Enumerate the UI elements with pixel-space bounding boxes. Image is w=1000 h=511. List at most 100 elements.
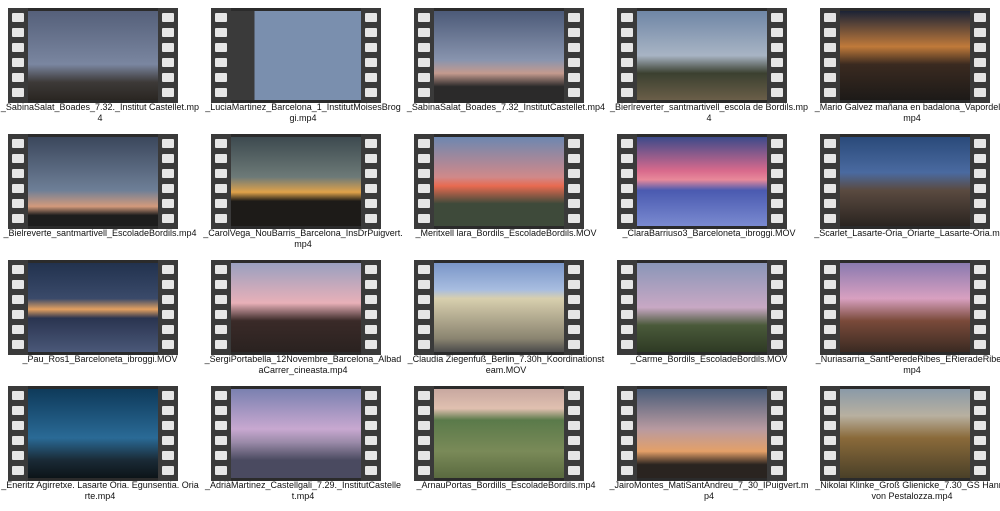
video-preview-frame (28, 137, 158, 226)
file-name-label: _SabinaSalat_Boades_7.32_InstitutCastell… (406, 102, 606, 112)
film-sprocket-rail (767, 134, 787, 229)
video-preview-frame (840, 263, 970, 352)
film-sprocket-rail (564, 134, 584, 229)
file-name-label: _Claudia Ziegenfuß_Berlin_7.30h_Koordina… (407, 354, 605, 375)
film-sprocket-rail (970, 8, 990, 103)
film-strip-icon (211, 8, 381, 103)
video-file-tile[interactable]: _CarolVega_NouBarris_Barcelona_InsDrPuig… (203, 126, 403, 252)
file-name-label: _JairoMontes_MatiSantAndreu_7_30_IPuigve… (609, 480, 809, 501)
file-name-label: _AdriàMartinez_Castellgali_7.29._Institu… (204, 480, 402, 501)
file-name-label: _LuciaMartinez_Barcelona_1_InstitutMoise… (205, 102, 401, 123)
file-name-label: _ClaraBarriuso3_Barceloneta_ibroggi.MOV (622, 228, 796, 238)
file-name-label: _Nuriasarria_SantPeredeRibes_ERieradeRib… (815, 354, 1000, 375)
video-file-tile[interactable]: _SabinaSalat_Boades_7.32_InstitutCastell… (406, 0, 606, 126)
file-name-label: _Bierlreverter_santmartivell_escola de B… (609, 102, 809, 123)
film-sprocket-rail (361, 260, 381, 355)
film-strip-icon (8, 260, 178, 355)
film-strip-icon (414, 134, 584, 229)
video-file-tile[interactable]: _LuciaMartinez_Barcelona_1_InstitutMoise… (203, 0, 403, 126)
film-sprocket-rail (211, 134, 231, 229)
video-file-tile[interactable]: _Pau_Ros1_Barceloneta_ibroggi.MOV (0, 252, 200, 378)
film-strip-icon (617, 8, 787, 103)
film-strip-icon (8, 8, 178, 103)
video-file-tile[interactable]: _Nikolai Klinke_Groß Glienicke_7.30_GS H… (812, 378, 1000, 504)
film-sprocket-rail (767, 386, 787, 481)
video-file-tile[interactable]: _ClaraBarriuso3_Barceloneta_ibroggi.MOV (609, 126, 809, 252)
file-thumbnail-grid: _SabinaSalat_Boades_7.32._Institut Caste… (0, 0, 1000, 511)
film-sprocket-rail (211, 8, 231, 103)
video-preview-frame (637, 263, 767, 352)
video-file-tile[interactable]: _AdriàMartinez_Castellgali_7.29._Institu… (203, 378, 403, 504)
file-name-label: _Eneritz Agirretxe. Lasarte Oria. Egunse… (1, 480, 199, 501)
film-sprocket-rail (361, 134, 381, 229)
video-file-tile[interactable]: _SergiPortabella_12Novembre_Barcelona_Al… (203, 252, 403, 378)
video-preview-frame (231, 137, 361, 226)
video-preview-frame (840, 389, 970, 478)
film-sprocket-rail (8, 134, 28, 229)
video-preview-frame (840, 11, 970, 100)
film-strip-icon (414, 386, 584, 481)
film-sprocket-rail (158, 260, 178, 355)
video-file-tile[interactable]: _Carme_Bordils_EscoladeBordils.MOV (609, 252, 809, 378)
film-strip-icon (8, 134, 178, 229)
film-sprocket-rail (820, 386, 840, 481)
film-sprocket-rail (617, 134, 637, 229)
film-strip-icon (211, 260, 381, 355)
film-strip-icon (617, 386, 787, 481)
file-name-label: _Mario Galvez mañana en badalona_Vaporde… (814, 102, 1000, 123)
film-sprocket-rail (970, 386, 990, 481)
file-name-label: _Bielreverte_santmartivell_EscoladeBordi… (3, 228, 197, 238)
video-file-tile[interactable]: _Nuriasarria_SantPeredeRibes_ERieradeRib… (812, 252, 1000, 378)
file-name-label: _Meritxell lara_Bordils_EscoladeBordils.… (415, 228, 597, 238)
film-sprocket-rail (414, 260, 434, 355)
film-sprocket-rail (820, 260, 840, 355)
film-strip-icon (820, 8, 990, 103)
film-sprocket-rail (970, 260, 990, 355)
film-sprocket-rail (820, 8, 840, 103)
film-sprocket-rail (8, 260, 28, 355)
video-preview-frame (637, 11, 767, 100)
film-sprocket-rail (564, 8, 584, 103)
film-sprocket-rail (820, 134, 840, 229)
file-name-label: _Nikolai Klinke_Groß Glienicke_7.30_GS H… (815, 480, 1000, 501)
film-strip-icon (820, 260, 990, 355)
video-file-tile[interactable]: _Bielreverte_santmartivell_EscoladeBordi… (0, 126, 200, 252)
video-file-tile[interactable]: _ArnauPortas_Bordills_EscoladeBordils.mp… (406, 378, 606, 504)
video-preview-frame (434, 137, 564, 226)
film-sprocket-rail (158, 134, 178, 229)
video-preview-frame (840, 137, 970, 226)
video-file-tile[interactable]: _SabinaSalat_Boades_7.32._Institut Caste… (0, 0, 200, 126)
film-sprocket-rail (211, 386, 231, 481)
film-sprocket-rail (767, 8, 787, 103)
film-sprocket-rail (617, 386, 637, 481)
video-preview-frame (231, 389, 361, 478)
film-sprocket-rail (414, 134, 434, 229)
film-sprocket-rail (970, 134, 990, 229)
film-sprocket-rail (158, 386, 178, 481)
video-preview-frame (637, 137, 767, 226)
file-name-label: _SabinaSalat_Boades_7.32._Institut Caste… (0, 102, 200, 123)
film-sprocket-rail (361, 8, 381, 103)
file-name-label: _Carme_Bordils_EscoladeBordils.MOV (630, 354, 788, 364)
film-strip-icon (414, 8, 584, 103)
film-strip-icon (211, 386, 381, 481)
video-file-tile[interactable]: _Mario Galvez mañana en badalona_Vaporde… (812, 0, 1000, 126)
video-preview-frame (28, 11, 158, 100)
video-preview-frame (434, 389, 564, 478)
video-preview-frame (28, 389, 158, 478)
file-name-label: _SergiPortabella_12Novembre_Barcelona_Al… (204, 354, 402, 375)
video-file-tile[interactable]: _Scarlet_Lasarte-Oria_Oriarte_Lasarte-Or… (812, 126, 1000, 252)
file-name-label: _CarolVega_NouBarris_Barcelona_InsDrPuig… (203, 228, 403, 249)
film-sprocket-rail (767, 260, 787, 355)
video-file-tile[interactable]: _Eneritz Agirretxe. Lasarte Oria. Egunse… (0, 378, 200, 504)
film-sprocket-rail (617, 260, 637, 355)
video-preview-frame (637, 389, 767, 478)
video-preview-frame (434, 263, 564, 352)
video-file-tile[interactable]: _Meritxell lara_Bordils_EscoladeBordils.… (406, 126, 606, 252)
video-file-tile[interactable]: _Bierlreverter_santmartivell_escola de B… (609, 0, 809, 126)
video-file-tile[interactable]: _Claudia Ziegenfuß_Berlin_7.30h_Koordina… (406, 252, 606, 378)
file-name-label: _Scarlet_Lasarte-Oria_Oriarte_Lasarte-Or… (814, 228, 1000, 238)
video-file-tile[interactable]: _JairoMontes_MatiSantAndreu_7_30_IPuigve… (609, 378, 809, 504)
film-sprocket-rail (564, 386, 584, 481)
video-preview-frame (231, 263, 361, 352)
